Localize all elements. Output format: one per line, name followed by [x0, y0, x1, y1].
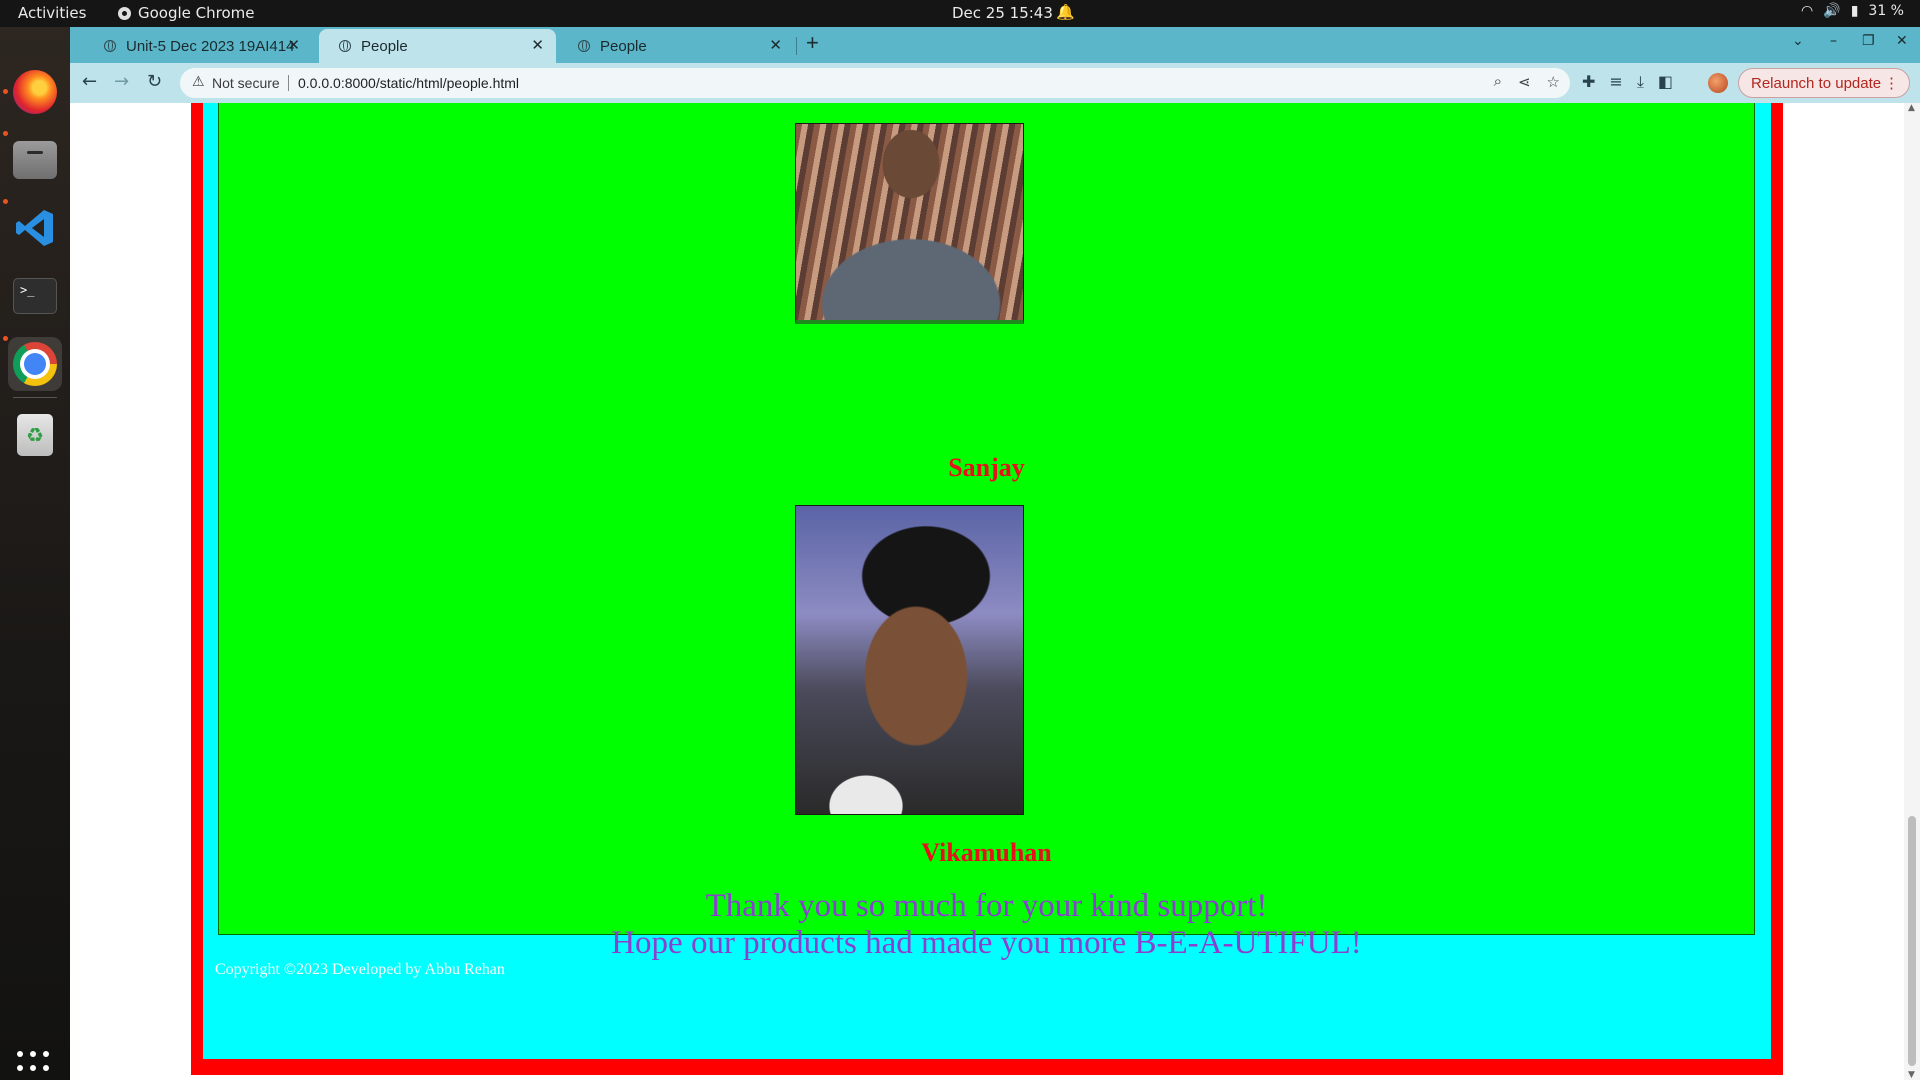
clock[interactable]: Dec 25 15:43	[952, 4, 1053, 22]
scrollbar-thumb[interactable]	[1908, 816, 1916, 1066]
copyright-footer: Copyright ©2023 Developed by Abbu Rehan	[215, 961, 505, 978]
activities-button[interactable]: Activities	[18, 4, 86, 22]
globe-icon	[104, 40, 116, 52]
dock-trash[interactable]: ♻	[8, 408, 62, 462]
firefox-icon	[13, 70, 57, 114]
tab-separator	[796, 37, 797, 55]
running-indicator	[3, 199, 8, 204]
running-indicator	[3, 131, 8, 136]
relaunch-label: Relaunch to update	[1751, 75, 1882, 92]
address-bar[interactable]: ⚠ Not secure 0.0.0.0:8000/static/html/pe…	[180, 68, 1570, 98]
share-icon[interactable]: ⋖	[1518, 73, 1531, 91]
tab-strip: Unit-5 Dec 2023 19AI414 ✕ People ✕ Peopl…	[70, 27, 1920, 63]
relaunch-to-update-button[interactable]: Relaunch to update ⋮	[1738, 68, 1910, 98]
scroll-up-arrow-icon[interactable]: ▲	[1908, 103, 1915, 113]
new-tab-plus-icon[interactable]: +	[806, 30, 819, 56]
dock: >_ ♻	[0, 27, 70, 1086]
reading-list-icon[interactable]: ≡	[1609, 72, 1622, 92]
page-scrollbar[interactable]: ▲ ▼	[1904, 103, 1920, 1080]
warning-triangle-icon[interactable]: ⚠	[192, 73, 205, 90]
omnibox-divider	[288, 75, 289, 91]
close-tab-icon[interactable]: ✕	[531, 36, 544, 54]
show-apps-grid-icon[interactable]	[17, 1051, 53, 1087]
minimize-icon[interactable]: –	[1830, 33, 1837, 49]
thanks-line-2: Hope our products had made you more B-E-…	[611, 925, 1362, 961]
dock-firefox[interactable]	[8, 65, 62, 119]
chrome-icon	[13, 342, 57, 386]
chrome-window: Unit-5 Dec 2023 19AI414 ✕ People ✕ Peopl…	[70, 27, 1920, 1080]
dock-terminal[interactable]: >_	[8, 269, 62, 323]
security-label[interactable]: Not secure	[212, 75, 280, 91]
scroll-down-arrow-icon[interactable]: ▼	[1908, 1070, 1915, 1080]
back-arrow-icon[interactable]: ←	[82, 71, 97, 92]
browser-toolbar: ← → ↻ ⚠ Not secure 0.0.0.0:8000/static/h…	[70, 63, 1920, 103]
dock-separator	[13, 397, 57, 398]
close-window-icon[interactable]: ✕	[1896, 33, 1908, 49]
system-top-bar: Activities Google Chrome Dec 25 15:43 🔔 …	[0, 0, 1920, 27]
system-tray[interactable]: ◠ 🔊 ▮ 31 %	[1801, 3, 1904, 19]
wifi-icon: ◠	[1801, 3, 1814, 19]
trash-icon: ♻	[17, 414, 53, 456]
dock-files[interactable]	[8, 133, 62, 187]
person-name: Vikamuhan	[921, 838, 1052, 867]
close-tab-icon[interactable]: ✕	[287, 36, 300, 54]
tab-title: People	[600, 37, 647, 55]
notification-bell-icon: 🔔	[1056, 3, 1075, 21]
thanks-message: Thank you so much for your kind support!…	[218, 888, 1755, 962]
battery-icon: ▮	[1850, 3, 1859, 19]
tab-title: Unit-5 Dec 2023 19AI414	[126, 37, 295, 55]
dock-vscode[interactable]	[8, 201, 62, 255]
person-name: Sanjay	[948, 453, 1025, 482]
app-menu[interactable]: Google Chrome	[118, 4, 255, 22]
restore-icon[interactable]: ❐	[1862, 33, 1875, 49]
close-tab-icon[interactable]: ✕	[769, 36, 782, 54]
globe-icon	[578, 40, 590, 52]
tab-people[interactable]: People ✕	[558, 29, 794, 63]
omnibox-actions: ⌕ ⋖ ☆	[1494, 73, 1560, 91]
toolbar-actions: ✚ ≡ ⤓ ◧	[1582, 72, 1673, 92]
download-icon[interactable]: ⤓	[1637, 72, 1644, 92]
running-indicator	[3, 336, 8, 341]
tab-unit5[interactable]: Unit-5 Dec 2023 19AI414 ✕	[84, 29, 312, 63]
tab-people-active[interactable]: People ✕	[319, 29, 556, 63]
tab-title: People	[361, 37, 408, 55]
volume-icon: 🔊	[1823, 3, 1841, 19]
thanks-line-1: Thank you so much for your kind support!	[705, 888, 1268, 924]
reload-icon[interactable]: ↻	[147, 71, 162, 92]
app-name: Google Chrome	[138, 4, 255, 22]
kebab-menu-icon[interactable]: ⋮	[1884, 74, 1899, 92]
zoom-icon[interactable]: ⌕	[1494, 73, 1502, 91]
tab-search-chevron-icon[interactable]: ⌄	[1792, 33, 1804, 49]
terminal-icon: >_	[13, 278, 57, 314]
profile-avatar[interactable]	[1708, 73, 1728, 93]
bookmark-star-icon[interactable]: ☆	[1547, 73, 1560, 91]
chrome-small-icon	[118, 6, 131, 20]
globe-icon	[339, 40, 351, 52]
person-photo-sanjay	[795, 123, 1024, 324]
vscode-icon	[16, 210, 53, 246]
dock-chrome[interactable]	[8, 337, 62, 391]
url-text[interactable]: 0.0.0.0:8000/static/html/people.html	[298, 75, 519, 91]
page-viewport: Sanjay Vikamuhan Thank you so much for y…	[70, 103, 1920, 1080]
person-photo-vikamuhan	[795, 505, 1024, 815]
battery-percent: 31 %	[1868, 3, 1904, 19]
files-icon	[13, 141, 57, 179]
side-panel-icon[interactable]: ◧	[1658, 72, 1673, 92]
forward-arrow-icon[interactable]: →	[114, 71, 129, 92]
extensions-puzzle-icon[interactable]: ✚	[1582, 72, 1595, 92]
